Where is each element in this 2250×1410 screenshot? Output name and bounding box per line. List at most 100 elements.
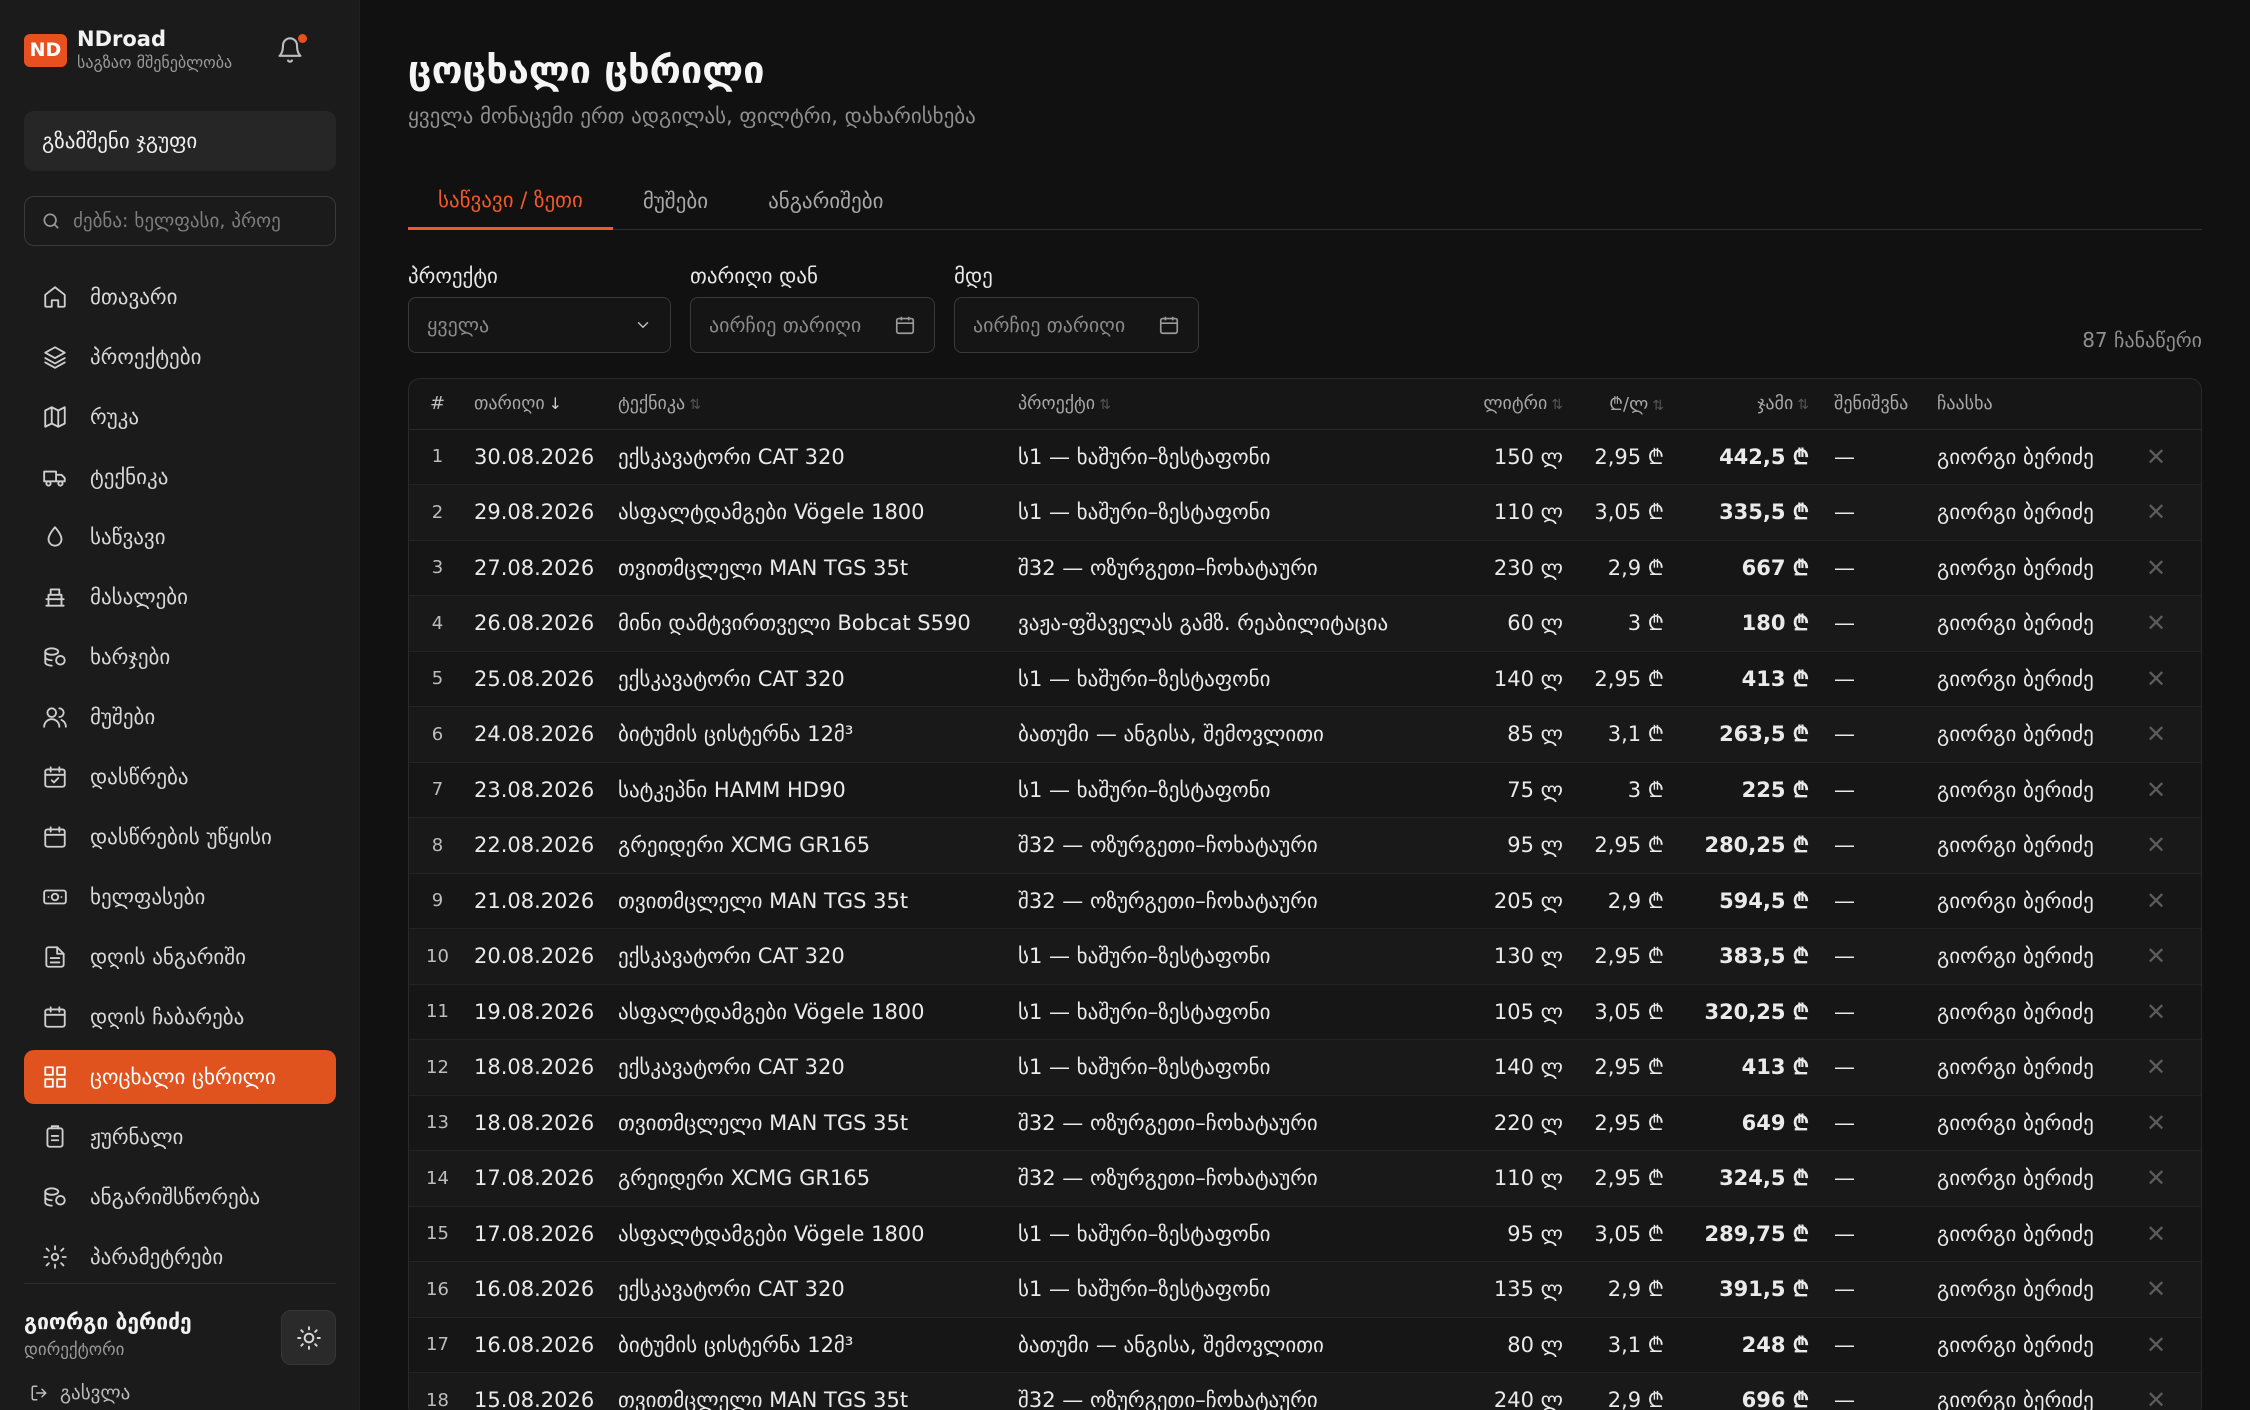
- delete-row-icon[interactable]: ✕: [2109, 540, 2201, 596]
- row-index: 15: [409, 1206, 466, 1262]
- sidebar-item-1[interactable]: მთავარი: [24, 270, 336, 324]
- sidebar-search[interactable]: [24, 196, 336, 246]
- table-row[interactable]: 16 16.08.2026 ექსკავატორი CAT 320 ს1 — ხაშუ…: [409, 1261, 2201, 1318]
- sidebar-item-9[interactable]: დასწრება: [24, 750, 336, 804]
- delete-row-icon[interactable]: ✕: [2109, 984, 2201, 1040]
- sidebar-item-2[interactable]: პროექტები: [24, 330, 336, 384]
- date-to-picker[interactable]: აირჩიე თარიღი: [954, 297, 1199, 353]
- delete-row-icon[interactable]: ✕: [2109, 706, 2201, 763]
- user-name: გიორგი ბერიძე: [24, 1310, 192, 1334]
- cell-date: 17.08.2026: [466, 1150, 610, 1207]
- date-from-picker[interactable]: აირჩიე თარიღი: [690, 297, 935, 353]
- delete-row-icon[interactable]: ✕: [2109, 817, 2201, 874]
- sidebar-item-4[interactable]: ტექნიკა: [24, 450, 336, 504]
- table-row[interactable]: 6 24.08.2026 ბიტუმის ცისტერნა 12მ³ ბათუმი —…: [409, 706, 2201, 763]
- delete-row-icon[interactable]: ✕: [2109, 1039, 2201, 1096]
- delete-row-icon[interactable]: ✕: [2109, 1150, 2201, 1207]
- cell-project: ს1 — ხაშური–ზესტაფონი: [1010, 1206, 1450, 1262]
- table-row[interactable]: 7 23.08.2026 სატკეპნი HAMM HD90 ს1 — ხაშური…: [409, 762, 2201, 818]
- col-header-date[interactable]: თარიღი ↓: [466, 379, 610, 430]
- project-filter-label: პროექტი: [408, 264, 498, 288]
- cell-total: 391,5 ₾: [1664, 1261, 1809, 1318]
- col-header-added-by: ჩაასხა: [1929, 379, 2109, 430]
- table-row[interactable]: 14 17.08.2026 გრეიდერი XCMG GR165 შ32 — ოზუ…: [409, 1150, 2201, 1207]
- table-row[interactable]: 1 30.08.2026 ექსკავატორი CAT 320 ს1 — ხაშურ…: [409, 429, 2201, 485]
- tab-bar: საწვავი / ზეთი მუშები ანგარიშები: [408, 172, 2202, 230]
- table-row[interactable]: 3 27.08.2026 თვითმცლელი MAN TGS 35t შ32 — ო…: [409, 540, 2201, 596]
- table-row[interactable]: 8 22.08.2026 გრეიდერი XCMG GR165 შ32 — ოზურ…: [409, 817, 2201, 874]
- cell-price: 2,95 ₾: [1563, 1150, 1664, 1207]
- delete-row-icon[interactable]: ✕: [2109, 484, 2201, 541]
- cell-total: 225 ₾: [1664, 762, 1809, 818]
- theme-toggle-button[interactable]: [281, 1310, 336, 1365]
- sidebar-item-15[interactable]: ჟურნალი: [24, 1110, 336, 1164]
- cell-project: ს1 — ხაშური–ზესტაფონი: [1010, 1039, 1450, 1096]
- cell-project: ს1 — ხაშური–ზესტაფონი: [1010, 762, 1450, 818]
- table-row[interactable]: 15 17.08.2026 ასფალტდამგები Vögele 1800 ს1 …: [409, 1206, 2201, 1262]
- cell-note: —: [1809, 1261, 1929, 1318]
- project-filter-select[interactable]: ყველა: [408, 297, 671, 353]
- table-row[interactable]: 18 15.08.2026 თვითმცლელი MAN TGS 35t შ32 — …: [409, 1372, 2201, 1410]
- table-row[interactable]: 11 19.08.2026 ასფალტდამგები Vögele 1800 ს1 …: [409, 984, 2201, 1040]
- col-header-price[interactable]: ₾/ლ ⇅: [1563, 379, 1664, 430]
- table-row[interactable]: 13 18.08.2026 თვითმცლელი MAN TGS 35t შ32 — …: [409, 1095, 2201, 1151]
- sidebar-item-12[interactable]: დღის ანგარიში: [24, 930, 336, 984]
- sidebar-item-3[interactable]: რუკა: [24, 390, 336, 444]
- cell-date: 16.08.2026: [466, 1261, 610, 1318]
- delete-row-icon[interactable]: ✕: [2109, 1372, 2201, 1410]
- sidebar-item-10[interactable]: დასწრების უწყისი: [24, 810, 336, 864]
- sidebar-item-14[interactable]: ცოცხალი ცხრილი: [24, 1050, 336, 1104]
- table-row[interactable]: 2 29.08.2026 ასფალტდამგები Vögele 1800 ს1 —…: [409, 484, 2201, 541]
- sidebar-item-label: ხელფასები: [90, 885, 206, 909]
- search-input[interactable]: [73, 210, 323, 232]
- sidebar-item-label: ჟურნალი: [90, 1125, 184, 1149]
- delete-row-icon[interactable]: ✕: [2109, 1317, 2201, 1373]
- table-row[interactable]: 5 25.08.2026 ექსკავატორი CAT 320 ს1 — ხაშურ…: [409, 651, 2201, 707]
- sidebar-item-5[interactable]: საწვავი: [24, 510, 336, 564]
- cell-added-by: გიორგი ბერიძე: [1929, 1372, 2109, 1410]
- cell-price: 3,05 ₾: [1563, 484, 1664, 541]
- table-row[interactable]: 4 26.08.2026 მინი დამტვირთველი Bobcat S590…: [409, 595, 2201, 652]
- sidebar-item-6[interactable]: მასალები: [24, 570, 336, 624]
- sidebar-item-8[interactable]: მუშები: [24, 690, 336, 744]
- col-header-project[interactable]: პროექტი ⇅: [1010, 379, 1450, 430]
- cell-price: 2,9 ₾: [1563, 540, 1664, 596]
- cell-liters: 60 ლ: [1450, 595, 1563, 652]
- sidebar-item-7[interactable]: ხარჯები: [24, 630, 336, 684]
- col-header-note: შენიშვნა: [1809, 379, 1929, 430]
- col-header-liters[interactable]: ლიტრი ⇅: [1450, 379, 1563, 430]
- delete-row-icon[interactable]: ✕: [2109, 873, 2201, 929]
- users-icon: [43, 707, 67, 728]
- sidebar-item-17[interactable]: პარამეტრები: [24, 1230, 336, 1284]
- delete-row-icon[interactable]: ✕: [2109, 928, 2201, 985]
- delete-row-icon[interactable]: ✕: [2109, 429, 2201, 485]
- delete-row-icon[interactable]: ✕: [2109, 762, 2201, 818]
- brand[interactable]: ND NDroad საგზაო მშენებლობა: [24, 26, 232, 74]
- delete-row-icon[interactable]: ✕: [2109, 1095, 2201, 1151]
- sidebar-item-13[interactable]: დღის ჩაბარება: [24, 990, 336, 1044]
- sidebar-item-16[interactable]: ანგარიშსწორება: [24, 1170, 336, 1224]
- table-row[interactable]: 9 21.08.2026 თვითმცლელი MAN TGS 35t შ32 — ო…: [409, 873, 2201, 929]
- coins-icon: [44, 1187, 66, 1207]
- table-row[interactable]: 12 18.08.2026 ექსკავატორი CAT 320 ს1 — ხაშუ…: [409, 1039, 2201, 1096]
- table-row[interactable]: 17 16.08.2026 ბიტუმის ცისტერნა 12მ³ ბათუმი …: [409, 1317, 2201, 1373]
- logout-button[interactable]: გასვლა: [30, 1382, 130, 1404]
- grid-icon: [44, 1066, 66, 1088]
- delete-row-icon[interactable]: ✕: [2109, 595, 2201, 652]
- col-header-machine[interactable]: ტექნიკა ⇅: [610, 379, 1010, 430]
- tab-workers[interactable]: მუშები: [613, 172, 738, 230]
- brand-name: NDroad: [77, 27, 166, 51]
- delete-row-icon[interactable]: ✕: [2109, 651, 2201, 707]
- company-group-selector[interactable]: გზამშენი ჯგუფი: [24, 111, 336, 171]
- delete-row-icon[interactable]: ✕: [2109, 1206, 2201, 1262]
- brand-logo: ND: [24, 33, 67, 67]
- cell-note: —: [1809, 984, 1929, 1040]
- col-header-total[interactable]: ჯამი ⇅: [1664, 379, 1809, 430]
- tab-reports[interactable]: ანგარიშები: [738, 172, 913, 230]
- table-row[interactable]: 10 20.08.2026 ექსკავატორი CAT 320 ს1 — ხაშუ…: [409, 928, 2201, 985]
- layers-icon: [44, 346, 66, 369]
- tab-fuel-oil[interactable]: საწვავი / ზეთი: [408, 172, 613, 230]
- sidebar-item-11[interactable]: ხელფასები: [24, 870, 336, 924]
- cell-note: —: [1809, 873, 1929, 929]
- delete-row-icon[interactable]: ✕: [2109, 1261, 2201, 1318]
